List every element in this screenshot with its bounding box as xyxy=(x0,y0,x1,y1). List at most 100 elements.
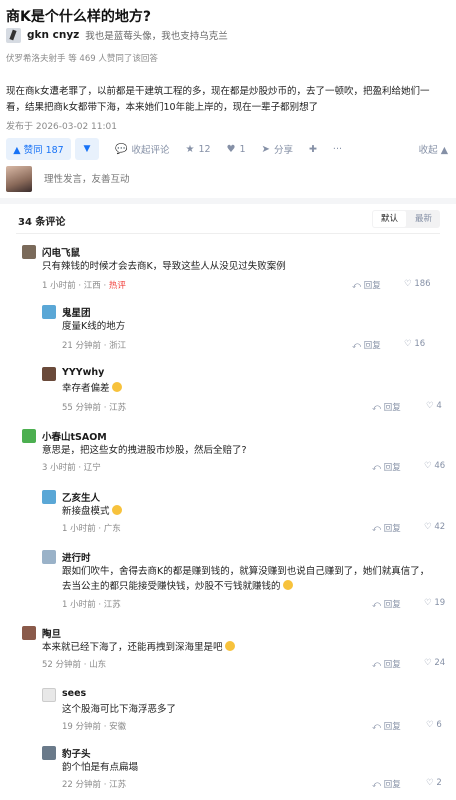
comment-author[interactable]: sees xyxy=(62,688,86,699)
comment-like-button[interactable]: ♡ 4 xyxy=(426,401,442,411)
comment-meta: 21 分钟前 · 浙江 xyxy=(62,341,127,351)
reply-button[interactable]: ⤺ 回复 xyxy=(372,461,401,473)
comment-location: 江苏 xyxy=(109,403,127,413)
sort-latest-tab[interactable]: 最新 xyxy=(407,210,440,228)
star-icon: ★ xyxy=(185,143,195,155)
share-button[interactable]: ➤ 分享 xyxy=(261,142,293,157)
comment-location: 辽宁 xyxy=(83,463,101,473)
author-bio: 我也是蓝莓头像，我也支持乌克兰 xyxy=(85,31,228,42)
comment-meta: 1 小时前 · 江苏 xyxy=(62,600,121,610)
reply-button[interactable]: ⤺ 回复 xyxy=(372,522,401,534)
comment-like-button[interactable]: ♡ 6 xyxy=(426,720,442,730)
like-count: 4 xyxy=(436,401,442,411)
comment-author[interactable]: YYYwhy xyxy=(62,367,104,378)
reply-button[interactable]: ⤺ 回复 xyxy=(372,778,401,790)
comment-time: 22 分钟前 xyxy=(62,780,102,790)
header-divider xyxy=(16,233,440,234)
like-count: 42 xyxy=(434,522,446,532)
comment-meta: 1 小时前 · 广东 xyxy=(62,524,121,534)
comment-like-button[interactable]: ♡ 16 xyxy=(404,339,425,349)
comment-time: 55 分钟前 xyxy=(62,403,102,413)
comment-meta: 19 分钟前 · 安徽 xyxy=(62,722,127,732)
collapse-comments-button[interactable]: 💬 收起评论 xyxy=(115,142,169,157)
author-avatar[interactable] xyxy=(6,27,21,43)
like-button[interactable]: ♥ 1 xyxy=(227,144,246,155)
comment-like-button[interactable]: ♡ 2 xyxy=(426,778,442,788)
comment-item: 陶旦 本来就已经下海了，还能再拽到深海里是吧 52 分钟前 · 山东 ⤺ 回复 … xyxy=(22,626,445,676)
like-count: 19 xyxy=(434,598,446,608)
comment-author[interactable]: 小春山tSAOM xyxy=(42,429,107,443)
action-bar: ▲ 赞同 187 ▼ 💬 收起评论 ★ 12 ♥ 1 ➤ 分享 ✚ ··· 收起… xyxy=(0,136,456,162)
like-count: 16 xyxy=(414,339,426,349)
comment-avatar[interactable] xyxy=(22,626,36,640)
author-row: gkn cnyz 我也是蓝莓头像，我也支持乌克兰 xyxy=(6,27,228,43)
reply-item: 进行时 跟如们吹牛，舍得去商K的都是赚到钱的，就算没赚到也说自己赚到了，她们就真… xyxy=(42,550,445,616)
reply-button[interactable]: ⤺ 回复 xyxy=(372,658,401,670)
favorite-count: 12 xyxy=(198,143,211,155)
comment-time: 3 小时前 xyxy=(42,463,76,473)
comment-text: 幸存者偏差 xyxy=(62,381,422,396)
reply-label: 回复 xyxy=(383,660,401,670)
reply-item: 豹子头 韵个怕是有点扁塌 22 分钟前 · 江苏 ⤺ 回复 ♡ 2 xyxy=(42,746,442,796)
comment-avatar[interactable] xyxy=(22,245,36,259)
comment-text-content: 幸存者偏差 xyxy=(62,383,110,394)
comment-input[interactable] xyxy=(40,167,446,191)
comment-author[interactable]: 鬼星团 xyxy=(62,305,91,319)
emoji-icon xyxy=(111,505,122,515)
comment-meta: 1 小时前 · 江西 · 热评 xyxy=(42,281,126,291)
comment-avatar[interactable] xyxy=(42,688,56,702)
comment-item: 闪电飞鼠 只有辣钱的时候才会去商K，导致这些人从没见过失败案例 1 小时前 · … xyxy=(22,245,442,295)
comment-like-button[interactable]: ♡ 46 xyxy=(424,461,445,471)
collapse-answer-button[interactable]: 收起 ▲ xyxy=(419,142,448,156)
reply-button[interactable]: ⤺ 回复 xyxy=(372,598,401,610)
share-label: 分享 xyxy=(273,145,293,156)
comment-time: 52 分钟前 xyxy=(42,660,82,670)
comment-author[interactable]: 陶旦 xyxy=(42,626,61,640)
more-dots-button[interactable]: ··· xyxy=(333,144,342,155)
comment-location: 山东 xyxy=(89,660,107,670)
comment-author[interactable]: 乙亥生人 xyxy=(62,490,100,504)
reply-label: 回复 xyxy=(383,600,401,610)
vote-info[interactable]: 伏罗希洛夫射手 等 469 人赞同了该回答 xyxy=(6,52,158,64)
comment-author[interactable]: 闪电飞鼠 xyxy=(42,245,80,259)
reply-button[interactable]: ⤺ 回复 xyxy=(372,401,401,413)
emoji-icon xyxy=(224,641,235,651)
comment-avatar[interactable] xyxy=(42,305,56,319)
like-count: 2 xyxy=(436,778,442,788)
reply-button[interactable]: ⤺ 回复 xyxy=(372,720,401,732)
reply-item: YYYwhy 幸存者偏差 55 分钟前 · 江苏 ⤺ 回复 ♡ 4 xyxy=(42,367,442,417)
reply-label: 回复 xyxy=(383,780,401,790)
comment-like-button[interactable]: ♡ 186 xyxy=(404,279,431,289)
sort-default-tab[interactable]: 默认 xyxy=(372,211,406,227)
downvote-button[interactable]: ▼ xyxy=(75,138,99,160)
comment-location: 江苏 xyxy=(103,600,121,610)
comment-author[interactable]: 豹子头 xyxy=(62,746,91,760)
favorite-button[interactable]: ★ 12 xyxy=(185,144,210,155)
comment-text: 只有辣钱的时候才会去商K，导致这些人从没见过失败案例 xyxy=(42,261,286,272)
author-name[interactable]: gkn cnyz xyxy=(27,29,79,41)
comment-meta: 55 分钟前 · 江苏 xyxy=(62,403,127,413)
answer-content: 现在商k女遭老罪了，以前都是干建筑工程的多，现在都是炒股炒币的，去了一顿吹，把盈… xyxy=(6,86,430,113)
comment-like-button[interactable]: ♡ 19 xyxy=(424,598,445,608)
posted-time: 发布于 2026-03-02 11:01 xyxy=(6,122,117,132)
comment-like-button[interactable]: ♡ 24 xyxy=(424,658,445,668)
comment-avatar[interactable] xyxy=(42,367,56,381)
comment-meta: 3 小时前 · 辽宁 xyxy=(42,463,101,473)
reply-label: 回复 xyxy=(363,281,381,291)
share-icon: ➤ xyxy=(261,143,270,155)
comment-author[interactable]: 进行时 xyxy=(62,550,91,564)
question-title[interactable]: 商K是个什么样的地方? xyxy=(6,6,151,26)
comment-avatar[interactable] xyxy=(42,746,56,760)
upvote-button[interactable]: ▲ 赞同 187 xyxy=(6,138,71,160)
reply-button[interactable]: ⤺ 回复 xyxy=(352,279,381,291)
more-button[interactable]: ✚ xyxy=(309,144,317,155)
comment-avatar[interactable] xyxy=(42,490,56,504)
comment-meta: 52 分钟前 · 山东 xyxy=(42,660,107,670)
comment-item: 小春山tSAOM 意思是，把这些女的拽进股市炒股，然后全赔了? 3 小时前 · … xyxy=(22,429,445,479)
comment-avatar[interactable] xyxy=(22,429,36,443)
comment-count: 34 条评论 xyxy=(18,217,66,228)
comment-avatar[interactable] xyxy=(42,550,56,564)
reply-button[interactable]: ⤺ 回复 xyxy=(352,339,381,351)
comment-like-button[interactable]: ♡ 42 xyxy=(424,522,445,532)
comment-text: 跟如们吹牛，舍得去商K的都是赚到钱的，就算没赚到也说自己赚到了，她们就真信了，去… xyxy=(62,564,437,594)
